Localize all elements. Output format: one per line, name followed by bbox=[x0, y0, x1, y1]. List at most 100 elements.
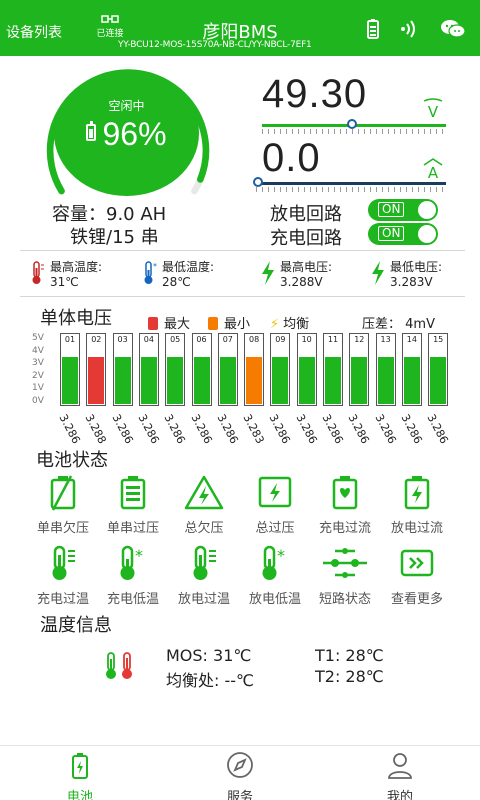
cell-number: 06 bbox=[196, 335, 207, 344]
y-tick-label: 5V bbox=[32, 333, 44, 343]
wechat-icon[interactable] bbox=[440, 18, 466, 40]
cell-number: 02 bbox=[91, 335, 102, 344]
status-label: 放电过温 bbox=[177, 592, 230, 607]
tab-label: 我的 bbox=[386, 790, 413, 800]
charge-toggle[interactable]: ON bbox=[368, 223, 438, 245]
cell-voltage-label: 3.286 bbox=[188, 412, 215, 446]
cell-number: 14 bbox=[406, 335, 417, 344]
cell-fill bbox=[114, 357, 131, 404]
toggle-knob bbox=[418, 225, 436, 243]
soc-state: 空闲中 bbox=[108, 99, 145, 113]
status-charge-overtemp[interactable]: 充电过温 bbox=[24, 543, 102, 607]
legend-max: 最大 bbox=[148, 313, 190, 332]
bottom-nav: 电池 服务 我的 bbox=[0, 745, 480, 800]
cell-voltage-label: 3.286 bbox=[372, 412, 399, 446]
tab-label: 服务 bbox=[226, 790, 253, 800]
status-total-undervoltage[interactable]: 总欠压 bbox=[165, 472, 243, 536]
tab-service[interactable]: 服务 bbox=[200, 746, 280, 800]
status-discharge-lowtemp[interactable]: * 放电低温 bbox=[236, 543, 314, 607]
status-short-circuit[interactable]: 短路状态 bbox=[306, 543, 384, 607]
status-discharge-overtemp[interactable]: 放电过温 bbox=[165, 543, 243, 607]
soc-circle: 空闲中 96% bbox=[54, 71, 199, 196]
cell-number: 11 bbox=[327, 335, 339, 344]
legend-max-icon bbox=[148, 317, 158, 330]
cell-voltage-label: 3.286 bbox=[266, 412, 294, 446]
cell-number: 01 bbox=[64, 335, 76, 344]
status-label: 充电过流 bbox=[318, 521, 371, 536]
status-cell-undervoltage[interactable]: 单串欠压 bbox=[24, 472, 102, 536]
stat-label: 最高电压: bbox=[280, 260, 333, 274]
temperature-icon bbox=[106, 652, 132, 679]
tab-battery[interactable]: 电池 bbox=[40, 746, 120, 800]
toggle-knob bbox=[418, 201, 436, 219]
status-charge-lowtemp[interactable]: * 充电低温 bbox=[94, 543, 172, 607]
total-undervoltage-icon bbox=[184, 475, 224, 510]
voltage-slider-knob[interactable] bbox=[347, 119, 358, 129]
charge-overtemp-icon bbox=[52, 545, 75, 580]
voltage-ticks bbox=[262, 129, 446, 134]
battery-tab-icon bbox=[72, 753, 88, 779]
y-tick-label: 0V bbox=[32, 395, 44, 406]
pressure-diff: 压差： 4mV bbox=[362, 317, 435, 332]
status-label: 查看更多 bbox=[390, 592, 443, 607]
chemistry-label: 铁锂/15 串 bbox=[70, 227, 159, 248]
cell-bar: 11 bbox=[323, 333, 343, 406]
cell-voltage-label: 3.286 bbox=[135, 412, 162, 446]
cell-fill bbox=[62, 357, 78, 404]
tab-label: 电池 bbox=[66, 790, 93, 800]
stat-label: 最低温度: bbox=[162, 260, 215, 274]
status-cell-overvoltage[interactable]: 单串过压 bbox=[94, 472, 172, 536]
bolt-icon bbox=[372, 261, 384, 285]
legend-label: 最小 bbox=[224, 317, 251, 332]
soc-value-row: 96% bbox=[54, 116, 199, 153]
cell-bar: 05 bbox=[165, 333, 186, 406]
status-total-overvoltage[interactable]: 总过压 bbox=[236, 472, 314, 536]
thermometer-cold-icon: * bbox=[144, 261, 157, 284]
volt-unit-badge: V bbox=[422, 98, 444, 121]
short-circuit-icon bbox=[323, 548, 367, 578]
status-label: 放电低温 bbox=[248, 592, 301, 607]
legend-label: 均衡 bbox=[283, 317, 310, 332]
svg-text:*: * bbox=[277, 546, 285, 565]
stat-label: 最低电压: bbox=[390, 260, 443, 274]
current-value: 0.0 bbox=[262, 136, 321, 180]
cell-fill bbox=[193, 357, 210, 404]
cell-number: 15 bbox=[433, 335, 444, 344]
cell-voltage-label: 3.286 bbox=[293, 412, 320, 446]
cell-bar: 02 bbox=[86, 333, 107, 406]
status-discharge-overcurrent[interactable]: 放电过流 bbox=[378, 472, 456, 536]
cell-voltage-title: 单体电压 bbox=[40, 308, 112, 329]
status-view-more[interactable]: 查看更多 bbox=[378, 543, 456, 607]
status-charge-overcurrent[interactable]: 充电过流 bbox=[306, 472, 384, 536]
signal-icon[interactable] bbox=[398, 18, 420, 40]
soc-battery-icon bbox=[86, 121, 97, 141]
charge-toggle-state: ON bbox=[378, 226, 405, 241]
discharge-toggle[interactable]: ON bbox=[368, 199, 438, 221]
view-more-icon bbox=[400, 549, 434, 577]
cell-number: 05 bbox=[170, 335, 181, 344]
divider bbox=[20, 250, 465, 251]
cell-voltage-label: 3.286 bbox=[161, 412, 188, 446]
cell-bar: 06 bbox=[191, 333, 212, 406]
cell-voltage-label: 3.286 bbox=[345, 412, 373, 446]
stat-value: 3.283V bbox=[390, 275, 433, 289]
tab-mine[interactable]: 我的 bbox=[360, 746, 440, 800]
svg-text:*: * bbox=[153, 262, 157, 271]
discharge-toggle-state: ON bbox=[378, 202, 405, 217]
temp-t1: T1: 28℃ bbox=[315, 646, 384, 665]
battery-icon[interactable] bbox=[362, 18, 384, 40]
amp-unit-badge: A bbox=[422, 158, 444, 182]
status-label: 充电低温 bbox=[106, 592, 159, 607]
legend-min-icon bbox=[208, 317, 218, 330]
cell-voltage-label: 3.286 bbox=[214, 412, 241, 446]
discharge-overcurrent-icon bbox=[404, 476, 430, 510]
cell-voltage-label: 3.286 bbox=[398, 412, 425, 446]
current-slider-knob[interactable] bbox=[253, 177, 263, 187]
discharge-lowtemp-icon: * bbox=[262, 545, 285, 580]
charge-overcurrent-icon bbox=[332, 476, 358, 510]
battery-status-title: 电池状态 bbox=[36, 450, 108, 471]
cell-bar: 08 bbox=[244, 333, 265, 406]
y-tick-label: 1V bbox=[32, 383, 44, 393]
status-label: 单串欠压 bbox=[36, 521, 89, 536]
bolt-icon bbox=[262, 261, 274, 285]
